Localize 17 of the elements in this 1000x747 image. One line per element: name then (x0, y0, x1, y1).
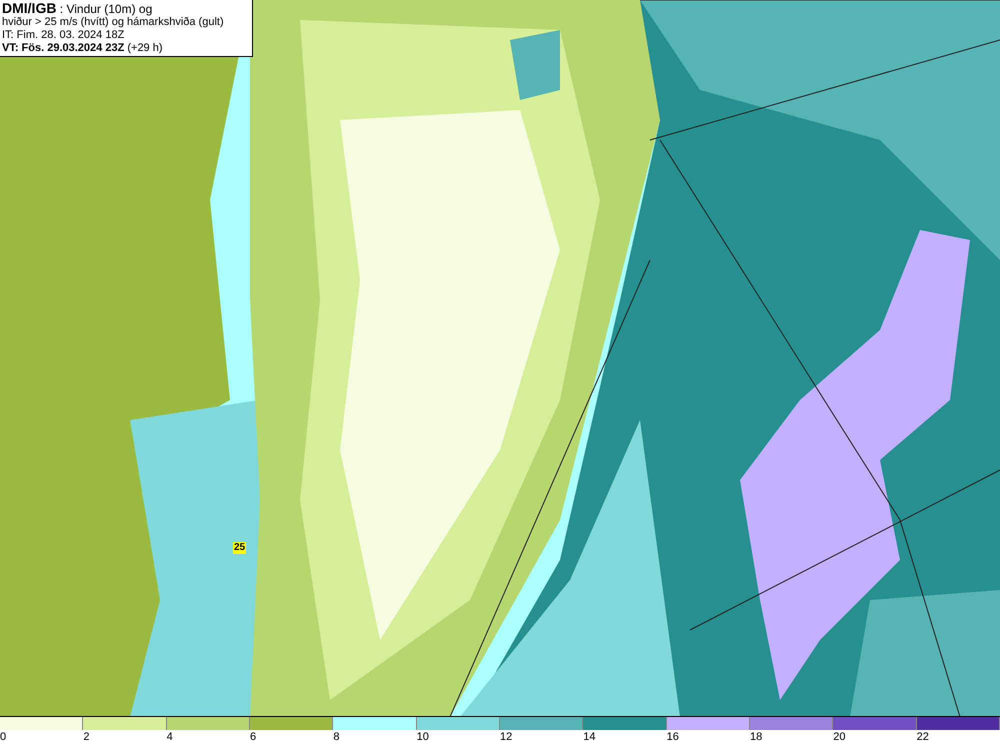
scale-label: 8 (333, 731, 340, 744)
chart-subtitle: hviður > 25 m/s (hvítt) og hámarkshviða (gult) (2, 16, 225, 29)
scale-label: 2 (83, 731, 90, 744)
scale-label: 0 (0, 731, 6, 744)
scale-label: 10 (416, 731, 429, 744)
chart-title: DMI/IGB : Vindur (10m) og (2, 1, 154, 16)
scale-label: 20 (833, 731, 846, 744)
scale-label: 12 (500, 731, 512, 744)
scale-label: 4 (166, 731, 173, 744)
gust-label: 25 (233, 542, 246, 554)
scale-label: 22 (916, 731, 929, 744)
valid-time: VT: Fös. 29.03.2024 23Z (+29 h) (2, 42, 164, 55)
scale-label: 14 (583, 731, 596, 744)
scale-label: 18 (750, 731, 762, 744)
issue-time: IT: Fim. 28. 03. 2024 18Z (2, 29, 126, 42)
scale-label: 6 (250, 731, 256, 744)
scale-label: 16 (666, 731, 679, 744)
